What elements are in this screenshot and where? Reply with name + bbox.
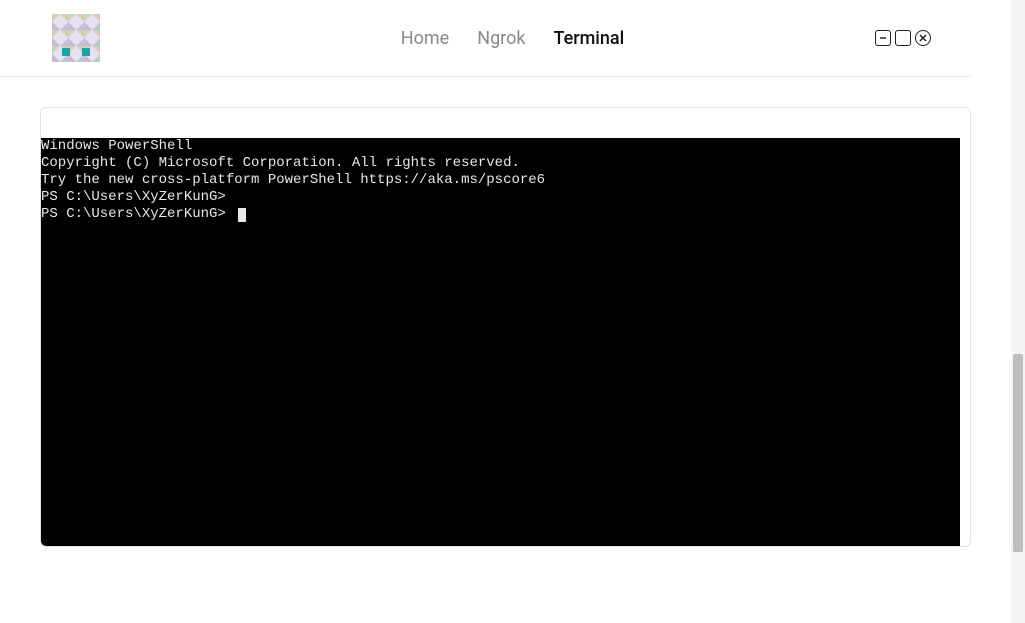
terminal-line: PS C:\Users\XyZerKunG> <box>41 189 960 206</box>
nav-tab-ngrok[interactable]: Ngrok <box>477 28 525 49</box>
close-icon[interactable] <box>915 30 931 46</box>
terminal-line: Copyright (C) Microsoft Corporation. All… <box>41 155 960 172</box>
terminal-body[interactable]: Windows PowerShellCopyright (C) Microsof… <box>41 138 960 546</box>
scrollbar-thumb[interactable] <box>1013 354 1023 552</box>
terminal-panel: Windows PowerShellCopyright (C) Microsof… <box>40 107 971 547</box>
terminal-titlebar <box>41 108 970 138</box>
logo-avatar <box>52 14 100 62</box>
terminal-line: Try the new cross-platform PowerShell ht… <box>41 172 960 189</box>
terminal-prompt-line: PS C:\Users\XyZerKunG> <box>41 206 960 223</box>
scrollbar[interactable] <box>1011 0 1025 623</box>
terminal-cursor <box>238 208 246 222</box>
minimize-icon[interactable] <box>875 30 891 46</box>
header: Home Ngrok Terminal <box>0 0 971 77</box>
terminal-line: Windows PowerShell <box>41 138 960 155</box>
main-nav: Home Ngrok Terminal <box>401 28 624 49</box>
nav-tab-home[interactable]: Home <box>401 28 449 49</box>
content-area: Windows PowerShellCopyright (C) Microsof… <box>0 77 1011 577</box>
nav-tab-terminal[interactable]: Terminal <box>553 28 624 49</box>
maximize-icon[interactable] <box>895 30 911 46</box>
terminal-prompt: PS C:\Users\XyZerKunG> <box>41 206 234 222</box>
window-controls <box>875 30 931 46</box>
